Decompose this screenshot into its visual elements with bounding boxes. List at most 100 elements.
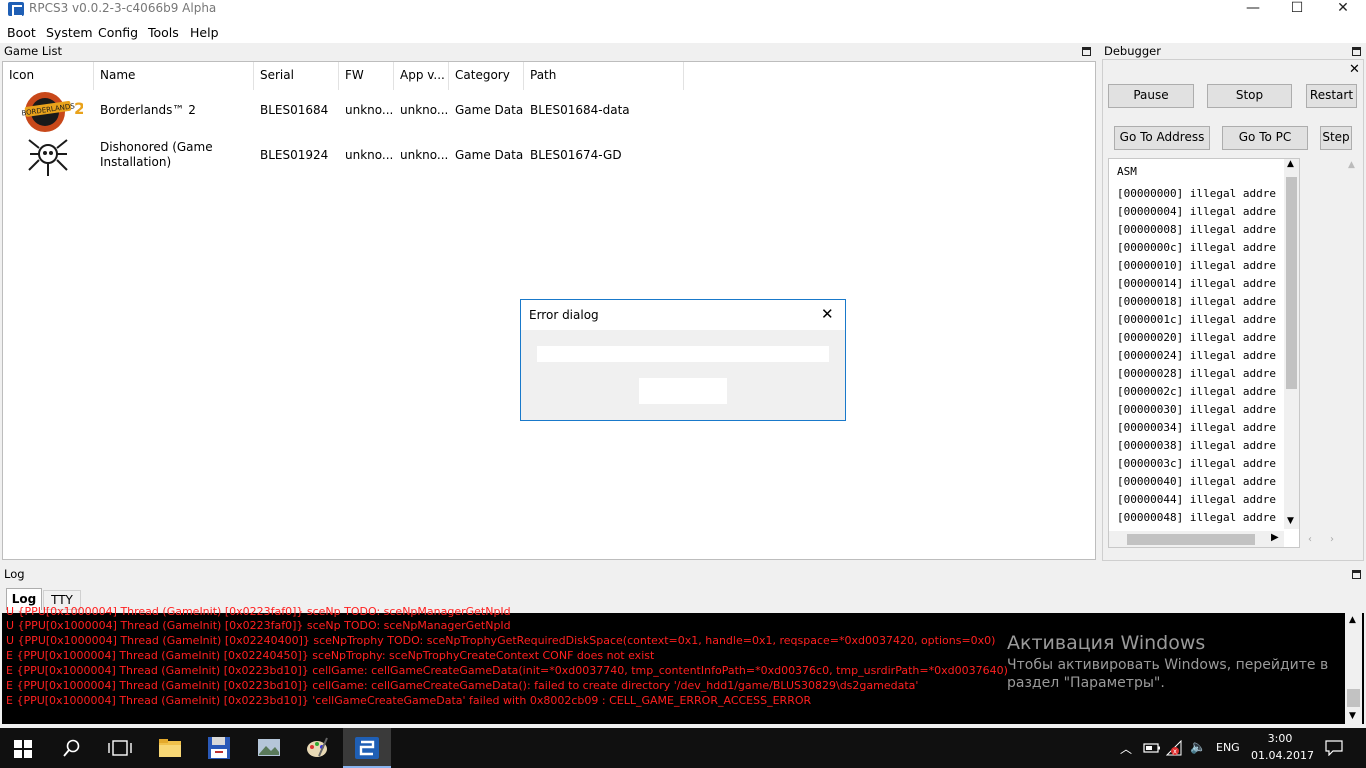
image-viewer-icon[interactable] [257,736,281,760]
volume-icon[interactable]: 🔈 [1190,740,1206,755]
nav-forward-icon[interactable]: › [1330,534,1334,545]
scroll-up-icon[interactable]: ▲ [1287,159,1294,169]
paint-icon[interactable] [305,736,329,760]
rpcs3-icon [355,737,379,759]
table-row[interactable]: Dishonored (Game Installation) BLES01924… [3,132,1095,178]
log-float-icon[interactable] [1352,570,1361,579]
nav-back-icon[interactable]: ‹ [1308,534,1312,545]
log-line: E {PPU[0x1000004] Thread (GameInit) [0x0… [6,664,1008,677]
asm-vertical-scrollbar[interactable]: ▲ ▼ [1284,159,1299,529]
column-header-serial[interactable]: Serial [254,62,339,90]
asm-line[interactable]: [00000004] illegal addre [1117,205,1276,218]
asm-line[interactable]: [0000001c] illegal addre [1117,313,1276,326]
debugger-close-icon[interactable]: ✕ [1349,62,1360,77]
activation-line-1: Чтобы активировать Windows, перейдите в [1007,657,1329,673]
scroll-up-icon[interactable]: ▲ [1349,615,1356,625]
scroll-down-icon[interactable]: ▼ [1287,516,1294,526]
dialog-title: Error dialog [529,308,599,322]
tray-chevron-up-icon[interactable]: ︿ [1120,740,1132,757]
clock[interactable]: 3:00 01.04.2017 [1251,732,1314,762]
asm-line[interactable]: [00000008] illegal addre [1117,223,1276,236]
asm-line[interactable]: [00000024] illegal addre [1117,349,1276,362]
asm-line[interactable]: [00000000] illegal addre [1117,187,1276,200]
clock-date: 01.04.2017 [1251,749,1314,762]
column-header-path[interactable]: Path [524,62,684,90]
scroll-right-icon[interactable]: ▶ [1271,532,1279,543]
pause-button[interactable]: Pause [1108,84,1194,108]
scroll-down-icon[interactable]: ▼ [1349,711,1356,721]
activation-line-2: раздел "Параметры". [1007,675,1165,691]
rpcs3-taskbar-button[interactable] [343,728,391,768]
table-row[interactable]: BORDERLANDS 2 Borderlands™ 2 BLES01684 u… [3,90,1095,132]
asm-line[interactable]: [00000048] illegal addre [1117,511,1276,524]
asm-horizontal-scrollbar[interactable]: ▶ [1109,531,1284,547]
column-header-category[interactable]: Category [449,62,524,90]
menu-bar: Boot System Config Tools Help [0,22,1366,43]
go-to-pc-button[interactable]: Go To PC [1222,126,1308,150]
language-indicator[interactable]: ENG [1216,741,1240,754]
clock-time: 3:00 [1267,732,1293,745]
asm-line[interactable]: [0000003c] illegal addre [1117,457,1276,470]
asm-line[interactable]: [00000010] illegal addre [1117,259,1276,272]
asm-line[interactable]: [0000000c] illegal addre [1117,241,1276,254]
go-to-address-button[interactable]: Go To Address [1114,126,1210,150]
task-view-icon[interactable] [108,740,132,756]
floppy-disk-icon[interactable] [207,736,231,760]
svg-text:2: 2 [74,99,83,118]
game-fw: unkno... [345,148,394,162]
asm-line[interactable]: [00000020] illegal addre [1117,331,1276,344]
game-app-version: unkno... [400,103,449,117]
restart-button[interactable]: Restart [1306,84,1357,108]
menu-help[interactable]: Help [190,25,219,40]
search-icon[interactable] [63,739,81,757]
stop-button[interactable]: Stop [1207,84,1292,108]
title-bar[interactable]: RPCS3 v0.0.2-3-c4066b9 Alpha — ☐ ✕ [0,0,1366,22]
dishonored-game-icon [28,139,68,176]
asm-line[interactable]: [0000002c] illegal addre [1117,385,1276,398]
rpcs3-logo-icon [8,2,24,17]
asm-line[interactable]: [00000034] illegal addre [1117,421,1276,434]
asm-line[interactable]: [00000028] illegal addre [1117,367,1276,380]
taskbar: ︿ x 🔈 ENG 3:00 01.04.2017 [0,728,1366,768]
game-category: Game Data [455,148,524,162]
menu-boot[interactable]: Boot [7,25,36,40]
game-app-version: unkno... [400,148,449,162]
battery-icon[interactable] [1143,741,1161,755]
file-explorer-icon[interactable] [158,736,182,760]
column-header-fw[interactable]: FW [339,62,394,90]
asm-hscroll-thumb[interactable] [1127,534,1255,545]
menu-tools[interactable]: Tools [148,25,179,40]
column-header-icon[interactable]: Icon [3,62,94,90]
close-button[interactable]: ✕ [1320,0,1366,22]
borderlands-2-game-icon: BORDERLANDS 2 [21,92,83,132]
window-title: RPCS3 v0.0.2-3-c4066b9 Alpha [29,1,217,15]
menu-config[interactable]: Config [98,25,138,40]
maximize-button[interactable]: ☐ [1274,0,1320,22]
asm-line[interactable]: [00000030] illegal addre [1117,403,1276,416]
asm-scroll-thumb[interactable] [1286,177,1297,389]
log-line-partial: U {PPU[0x1000004] Thread (GameInit) [0x0… [6,605,511,618]
game-list-float-icon[interactable] [1082,47,1091,56]
game-serial: BLES01684 [260,103,329,117]
minimize-button[interactable]: — [1230,0,1276,22]
windows-start-icon[interactable] [14,740,32,758]
asm-line[interactable]: [00000018] illegal addre [1117,295,1276,308]
asm-line[interactable]: [00000040] illegal addre [1117,475,1276,488]
dialog-ok-button[interactable] [639,378,727,404]
action-center-icon[interactable] [1325,740,1343,756]
dialog-title-bar[interactable]: Error dialog ✕ [521,300,845,330]
scroll-up-icon[interactable]: ▲ [1348,160,1355,170]
menu-system[interactable]: System [46,25,93,40]
log-vertical-scrollbar[interactable]: ▲ ▼ [1345,613,1362,724]
debugger-float-icon[interactable] [1352,47,1361,56]
asm-line[interactable]: [00000044] illegal addre [1117,493,1276,506]
dialog-close-icon[interactable]: ✕ [821,305,834,323]
column-header-name[interactable]: Name [94,62,254,90]
asm-listing[interactable]: ASM [00000000] illegal addre [00000004] … [1108,158,1300,548]
asm-line[interactable]: [00000038] illegal addre [1117,439,1276,452]
log-scroll-thumb[interactable] [1347,689,1360,707]
asm-line[interactable]: [00000014] illegal addre [1117,277,1276,290]
network-disconnected-icon[interactable]: x [1166,740,1184,756]
column-header-app-version[interactable]: App v... [394,62,449,90]
step-button[interactable]: Step [1320,126,1352,150]
